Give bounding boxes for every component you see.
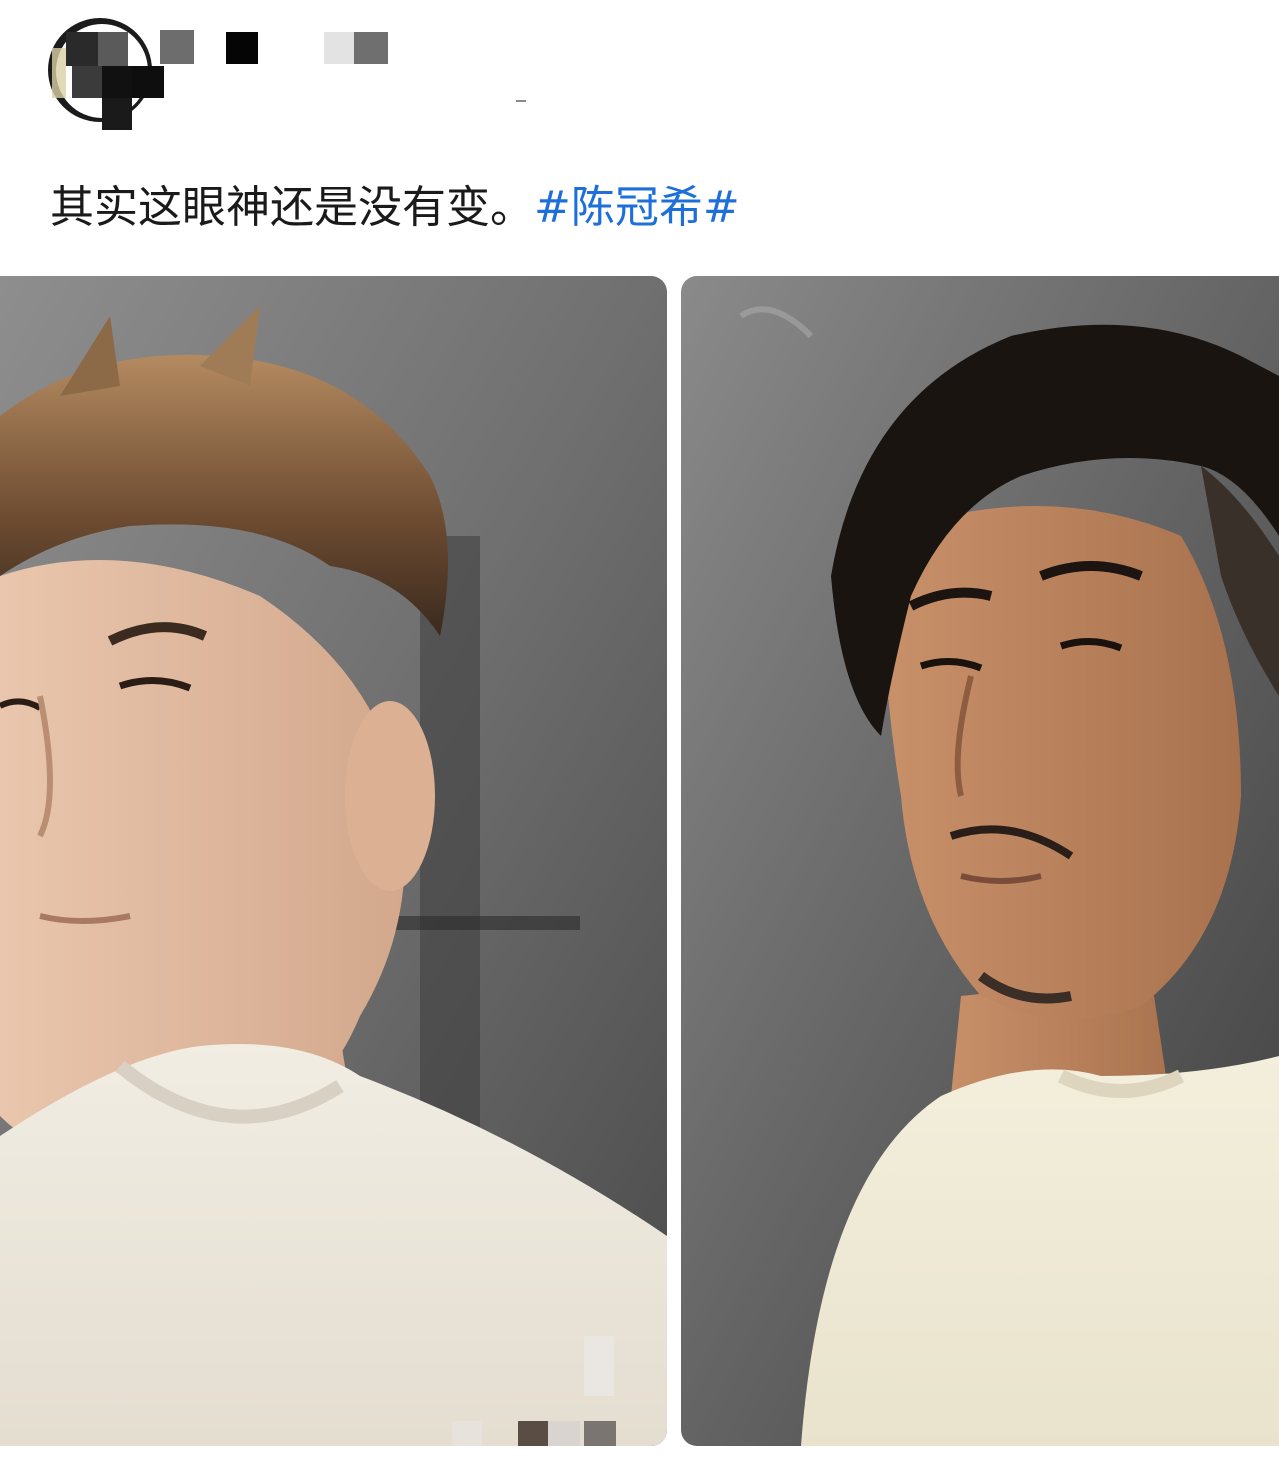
avatar[interactable] bbox=[48, 18, 164, 130]
username-mosaic-block bbox=[226, 32, 258, 64]
post-header bbox=[0, 0, 1279, 150]
hashtag-link[interactable]: #陈冠希# bbox=[534, 182, 740, 233]
avatar-mosaic bbox=[98, 32, 128, 66]
avatar-mosaic bbox=[66, 32, 98, 66]
watermark-mosaic bbox=[548, 1421, 580, 1446]
photo-right-illustration bbox=[681, 276, 1279, 1446]
post-body-text: 其实这眼神还是没有变。 bbox=[50, 182, 534, 233]
avatar-mosaic bbox=[102, 66, 132, 98]
weibo-post: 其实这眼神还是没有变。#陈冠希# bbox=[0, 0, 1279, 1472]
username-mosaic-block bbox=[354, 32, 388, 64]
username-mosaic-block bbox=[324, 32, 354, 64]
post-text: 其实这眼神还是没有变。#陈冠希# bbox=[50, 178, 740, 238]
avatar-mosaic bbox=[52, 48, 66, 98]
username-mosaic[interactable] bbox=[160, 30, 400, 70]
username-mosaic-block bbox=[160, 30, 194, 64]
watermark-mosaic bbox=[584, 1421, 616, 1446]
watermark-mosaic bbox=[584, 1336, 614, 1396]
photo-left-illustration bbox=[0, 276, 667, 1446]
avatar-mosaic bbox=[72, 66, 102, 98]
photo-right[interactable] bbox=[681, 276, 1279, 1446]
photo-left[interactable] bbox=[0, 276, 667, 1446]
watermark-mosaic bbox=[518, 1421, 548, 1446]
timestamp-mark bbox=[516, 100, 526, 102]
avatar-mosaic bbox=[132, 66, 164, 98]
watermark-mosaic bbox=[452, 1421, 482, 1446]
avatar-mosaic bbox=[102, 98, 132, 130]
